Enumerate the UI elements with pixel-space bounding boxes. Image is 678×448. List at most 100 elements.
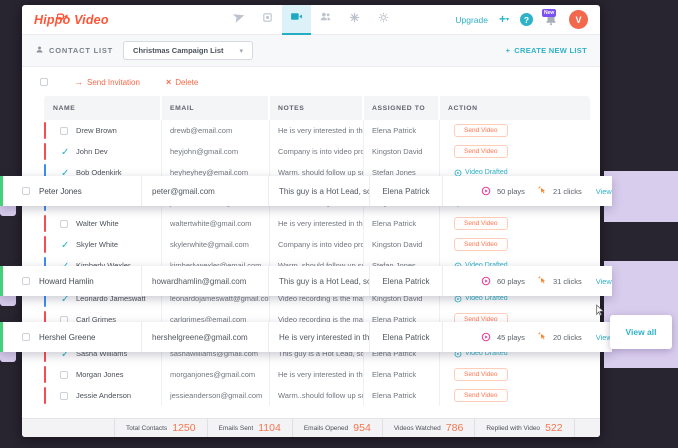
status-strip: [44, 215, 46, 232]
send-video-button[interactable]: Send Video: [454, 238, 508, 251]
row-checkbox[interactable]: [60, 148, 68, 156]
help-button[interactable]: ?: [520, 13, 533, 26]
notifications-button[interactable]: New: [544, 12, 558, 28]
email-cell: waltertwhite@gmail.com: [162, 213, 270, 234]
assigned-cell: Kingston David: [364, 141, 440, 162]
play-circle-icon: [481, 276, 491, 286]
logo-camera-icon: [57, 7, 68, 25]
table-body: Drew Brown drewb@email.com He is very in…: [44, 120, 590, 406]
footer-stat: Emails Sent 1104: [207, 419, 292, 437]
notes-cell: Company is into video produ...: [270, 234, 364, 255]
notes-cell: He is very interested in the prod...: [269, 322, 370, 352]
name-cell: Drew Brown: [44, 120, 162, 141]
send-video-button[interactable]: Send Video: [454, 389, 508, 402]
delete-button[interactable]: × Delete: [166, 77, 198, 87]
send-invitation-button[interactable]: → Send Invitation: [74, 77, 140, 87]
notes-cell: Warm..should follow up so...: [270, 385, 364, 406]
assigned-cell: Elena Patrick: [370, 176, 443, 206]
view-all-link[interactable]: View all: [596, 277, 612, 286]
table-row[interactable]: Drew Brown drewb@email.com He is very in…: [44, 120, 590, 141]
select-all-checkbox[interactable]: [40, 78, 48, 86]
name-cell: Peter Jones: [3, 176, 142, 206]
row-checkbox[interactable]: [22, 333, 30, 341]
mouse-cursor-icon: [594, 303, 607, 322]
highlighted-contact-row[interactable]: Hershel Greene hershelgreene@gmail.com H…: [0, 322, 612, 352]
name-cell: John Dev: [44, 141, 162, 162]
email-cell: peter@gmail.com: [142, 176, 269, 206]
clicks-count: 20 clicks: [553, 333, 582, 342]
create-menu-button[interactable]: +▾: [499, 14, 509, 25]
lavender-accent: [604, 171, 678, 222]
screenshot-canvas: Hippo Video: [0, 0, 678, 448]
table-row[interactable]: Jessie Anderson jessieanderson@gmail.com…: [44, 385, 590, 406]
create-new-list-button[interactable]: + CREATE NEW LIST: [506, 46, 587, 55]
stat-value: 786: [446, 422, 464, 434]
row-checkbox[interactable]: [60, 371, 68, 379]
nav-send[interactable]: [224, 5, 253, 35]
row-checkbox[interactable]: [22, 187, 30, 195]
row-checkbox[interactable]: [60, 392, 68, 400]
email-cell: heyjohn@gmail.com: [162, 141, 270, 162]
contacts-table: NAME EMAIL NOTES ASSIGNED TO ACTION Drew…: [44, 96, 590, 418]
notes-cell: He is very interested in the prod...: [270, 120, 364, 141]
assigned-cell: Elena Patrick: [364, 385, 440, 406]
notes-cell: This guy is a Hot Lead, so...: [269, 176, 370, 206]
nav-videos[interactable]: [282, 5, 311, 35]
stat-value: 1250: [172, 422, 195, 434]
send-video-button[interactable]: Send Video: [454, 217, 508, 230]
close-icon: ×: [166, 77, 171, 87]
table-header-row: NAME EMAIL NOTES ASSIGNED TO ACTION: [44, 96, 590, 120]
plays-count: 60 plays: [497, 277, 525, 286]
notes-cell: He is very interested in the prod..: [270, 364, 364, 385]
avatar[interactable]: V: [569, 10, 588, 29]
highlighted-contact-row[interactable]: Peter Jones peter@gmail.com This guy is …: [0, 176, 612, 206]
send-video-button[interactable]: Send Video: [454, 124, 508, 137]
nav-settings[interactable]: [369, 5, 398, 35]
table-row[interactable]: Skyler White skylerwhite@gmail.com Compa…: [44, 234, 590, 255]
send-video-button[interactable]: Send Video: [454, 368, 508, 381]
nav-contacts[interactable]: [311, 5, 340, 35]
view-all-tooltip[interactable]: View all: [610, 315, 672, 349]
stat-label: Emails Sent: [219, 425, 254, 432]
notes-cell: This guy is a Hot Lead, so...: [269, 266, 370, 296]
plays-count: 45 plays: [497, 333, 525, 342]
clicks-count: 21 clicks: [553, 187, 582, 196]
row-checkbox[interactable]: [60, 220, 68, 228]
new-badge: New: [542, 9, 556, 17]
table-row[interactable]: Morgan Jones morganjones@gmail.com He is…: [44, 364, 590, 385]
stat-label: Videos Watched: [394, 425, 441, 432]
row-checkbox[interactable]: [60, 241, 68, 249]
app-header: Hippo Video: [22, 5, 600, 35]
logo[interactable]: Hippo Video: [34, 11, 109, 29]
send-video-button[interactable]: Send Video: [454, 145, 508, 158]
person-icon: [35, 45, 44, 56]
table-row[interactable]: Walter White waltertwhite@gmail.com He i…: [44, 213, 590, 234]
list-select-dropdown[interactable]: Christmas Campaign List ▾: [123, 41, 253, 60]
nav-screen-record[interactable]: [253, 5, 282, 35]
status-strip: [44, 143, 46, 160]
assigned-cell: Elena Patrick: [364, 364, 440, 385]
click-cursor-icon: [537, 275, 547, 287]
contact-list-label: CONTACT LIST: [35, 45, 113, 56]
row-checkbox[interactable]: [60, 127, 68, 135]
screen-record-icon: [262, 10, 273, 28]
highlighted-contact-row[interactable]: Howard Hamlin howardhamlin@gmail.com Thi…: [0, 266, 612, 296]
engagement-stats: 45 plays 20 clicks View all: [443, 322, 612, 352]
table-row[interactable]: John Dev heyjohn@gmail.com Company is in…: [44, 141, 590, 162]
contact-name: Skyler White: [76, 240, 118, 249]
video-camera-icon: [290, 10, 303, 28]
view-all-link[interactable]: View all: [596, 187, 612, 196]
email-cell: howardhamlin@gmail.com: [142, 266, 269, 296]
play-circle-icon: [481, 332, 491, 342]
row-checkbox[interactable]: [22, 277, 30, 285]
email-cell: jessieanderson@gmail.com: [162, 385, 270, 406]
stat-value: 954: [353, 422, 371, 434]
action-cell: Send Video Send Video: [440, 141, 590, 162]
status-strip: [44, 122, 46, 139]
upgrade-link[interactable]: Upgrade: [455, 15, 488, 25]
nav-integrations[interactable]: [340, 5, 369, 35]
assigned-cell: Elena Patrick: [370, 322, 443, 352]
contact-name: Jessie Anderson: [76, 391, 131, 400]
stat-label: Total Contacts: [126, 425, 167, 432]
chevron-down-icon: ▾: [239, 47, 243, 55]
